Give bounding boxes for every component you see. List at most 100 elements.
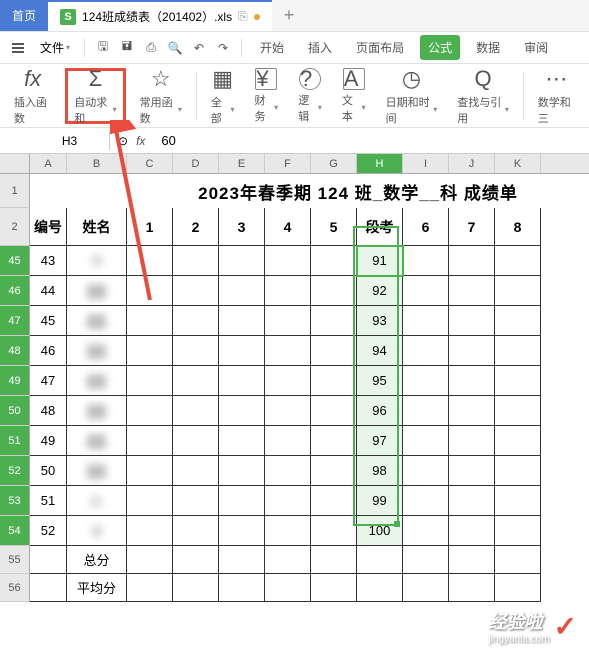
cell[interactable] xyxy=(265,426,311,456)
col-header-A[interactable]: A xyxy=(30,154,67,173)
copy-icon[interactable]: ⎘ xyxy=(238,9,248,24)
row-header[interactable]: 50 xyxy=(0,396,30,426)
cell[interactable] xyxy=(311,246,357,276)
row-header[interactable]: 52 xyxy=(0,456,30,486)
cell[interactable] xyxy=(311,336,357,366)
row-header[interactable]: 51 xyxy=(0,426,30,456)
fx-icon[interactable]: fx xyxy=(136,134,145,148)
cell[interactable] xyxy=(311,456,357,486)
cell[interactable] xyxy=(403,456,449,486)
cell-header[interactable]: 6 xyxy=(403,208,449,246)
col-header-J[interactable]: J xyxy=(449,154,495,173)
cell[interactable] xyxy=(219,456,265,486)
col-header-H[interactable]: H xyxy=(357,154,403,173)
cell-exam[interactable]: 97 xyxy=(357,426,403,456)
cell[interactable] xyxy=(403,246,449,276)
col-header-I[interactable]: I xyxy=(403,154,449,173)
cell[interactable] xyxy=(265,366,311,396)
cell-name[interactable]: ▓▓ xyxy=(67,336,127,366)
cell-id[interactable]: 48 xyxy=(30,396,67,426)
cell-header-id[interactable]: 编号 xyxy=(30,208,67,246)
cell[interactable] xyxy=(219,336,265,366)
cell-name[interactable]: ▓▓ xyxy=(67,366,127,396)
cell-id[interactable]: 45 xyxy=(30,306,67,336)
menu-insert[interactable]: 插入 xyxy=(300,35,340,60)
cell[interactable] xyxy=(219,366,265,396)
text-button[interactable]: A 文本▾ xyxy=(336,68,372,124)
cell[interactable] xyxy=(265,516,311,546)
cell[interactable] xyxy=(311,426,357,456)
menu-start[interactable]: 开始 xyxy=(252,35,292,60)
cell-name[interactable]: ▓▓ xyxy=(67,426,127,456)
cell[interactable] xyxy=(403,366,449,396)
cell[interactable] xyxy=(495,396,541,426)
cell[interactable] xyxy=(127,276,173,306)
finance-button[interactable]: ¥ 财务▾ xyxy=(248,68,284,124)
cell[interactable] xyxy=(173,276,219,306)
col-header-D[interactable]: D xyxy=(173,154,219,173)
cell[interactable] xyxy=(265,396,311,426)
cell-header[interactable]: 8 xyxy=(495,208,541,246)
redo-icon[interactable]: ↷ xyxy=(215,40,231,56)
cell[interactable] xyxy=(173,486,219,516)
cell[interactable] xyxy=(311,306,357,336)
cell[interactable] xyxy=(403,396,449,426)
new-tab-button[interactable]: + xyxy=(272,5,307,26)
cell-name[interactable]: ▓▓ xyxy=(67,456,127,486)
cell[interactable] xyxy=(265,306,311,336)
cell-header[interactable]: 3 xyxy=(219,208,265,246)
cell-header[interactable]: 7 xyxy=(449,208,495,246)
cell[interactable] xyxy=(403,426,449,456)
cell[interactable] xyxy=(127,486,173,516)
autosum-button[interactable]: Σ 自动求和▾ xyxy=(65,68,125,124)
cell-exam[interactable]: 92 xyxy=(357,276,403,306)
cell-name[interactable]: 领 xyxy=(67,246,127,276)
cell-name[interactable]: ▓▓ xyxy=(67,276,127,306)
cell[interactable] xyxy=(495,246,541,276)
cell[interactable] xyxy=(219,276,265,306)
cell-id[interactable]: 43 xyxy=(30,246,67,276)
cell[interactable] xyxy=(67,174,127,208)
cell[interactable] xyxy=(495,276,541,306)
cell[interactable] xyxy=(449,486,495,516)
cell-exam[interactable]: 95 xyxy=(357,366,403,396)
cell[interactable] xyxy=(219,486,265,516)
col-header-C[interactable]: C xyxy=(127,154,173,173)
menu-review[interactable]: 审阅 xyxy=(516,35,556,60)
row-header[interactable]: 1 xyxy=(0,174,30,208)
cell[interactable] xyxy=(265,336,311,366)
cell[interactable] xyxy=(449,366,495,396)
cell-id[interactable]: 44 xyxy=(30,276,67,306)
preview-icon[interactable]: 🔍 xyxy=(167,40,183,56)
menu-formula[interactable]: 公式 xyxy=(420,35,460,60)
cell[interactable] xyxy=(495,426,541,456)
cell[interactable] xyxy=(495,306,541,336)
tab-home[interactable]: 首页 xyxy=(0,0,48,31)
cell[interactable] xyxy=(173,306,219,336)
save-icon[interactable]: 🖫 xyxy=(95,40,111,56)
cell-header-exam[interactable]: 段考 xyxy=(357,208,403,246)
cell[interactable] xyxy=(265,246,311,276)
cell[interactable] xyxy=(30,574,67,602)
cell[interactable] xyxy=(403,336,449,366)
row-header[interactable]: 49 xyxy=(0,366,30,396)
row-header[interactable]: 46 xyxy=(0,276,30,306)
cell[interactable] xyxy=(495,486,541,516)
select-all-corner[interactable] xyxy=(0,154,30,173)
math-button[interactable]: ⋯ 数学和三 xyxy=(532,68,581,124)
row-header[interactable]: 2 xyxy=(0,208,30,246)
cell[interactable] xyxy=(403,276,449,306)
cell[interactable] xyxy=(265,486,311,516)
cell-id[interactable]: 51 xyxy=(30,486,67,516)
cell[interactable] xyxy=(265,276,311,306)
cell[interactable] xyxy=(449,246,495,276)
cell-id[interactable]: 49 xyxy=(30,426,67,456)
cell[interactable] xyxy=(173,516,219,546)
cell-id[interactable]: 46 xyxy=(30,336,67,366)
cell[interactable] xyxy=(219,246,265,276)
cell[interactable] xyxy=(403,486,449,516)
cell[interactable] xyxy=(127,516,173,546)
hamburger-menu[interactable] xyxy=(8,41,28,55)
cell[interactable] xyxy=(495,336,541,366)
cell[interactable] xyxy=(449,396,495,426)
